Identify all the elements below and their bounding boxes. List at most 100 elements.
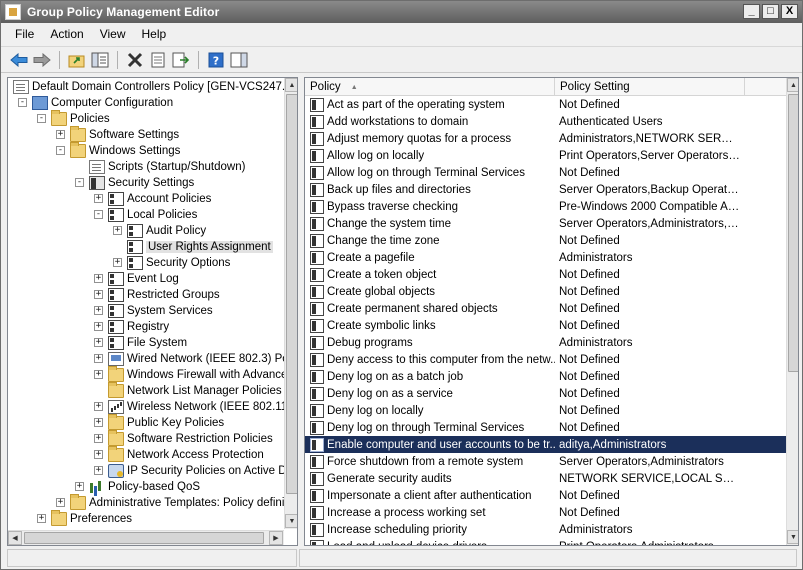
expand-icon[interactable]: + [94, 290, 103, 299]
expand-icon[interactable]: + [94, 450, 103, 459]
policy-row[interactable]: Deny log on through Terminal Services Not… [305, 419, 786, 436]
menu-view[interactable]: View [92, 27, 134, 41]
scroll-left-arrow[interactable]: ◀ [8, 531, 22, 545]
tree-node[interactable]: Audit Policy [127, 223, 206, 239]
tree-node[interactable]: Network Access Protection [108, 446, 264, 463]
expand-icon[interactable]: + [113, 226, 122, 235]
collapse-icon[interactable]: - [94, 210, 103, 219]
policy-row[interactable]: Increase scheduling priority Administrato… [305, 521, 786, 538]
tree-node[interactable]: Event Log [108, 271, 179, 287]
tree-node[interactable]: IP Security Policies on Active Dir [108, 463, 293, 479]
scroll-thumb[interactable] [286, 94, 297, 494]
tree-vertical-scrollbar[interactable]: ▲ ▼ [284, 78, 297, 529]
policy-row[interactable]: Create a token object Not Defined [305, 266, 786, 283]
maximize-button[interactable]: □ [762, 4, 779, 19]
column-header-policy[interactable]: Policy ▲ [305, 78, 555, 96]
tree-node[interactable]: Wired Network (IEEE 802.3) Poli [108, 351, 294, 367]
tree-node[interactable]: Wireless Network (IEEE 802.11) [108, 399, 291, 415]
policy-row[interactable]: Force shutdown from a remote system Serve… [305, 453, 786, 470]
policy-row[interactable]: Enable computer and user accounts to be … [305, 436, 786, 453]
details-pane[interactable]: Policy ▲ Policy Setting Act as part of t… [304, 77, 799, 546]
scroll-up-arrow[interactable]: ▲ [285, 78, 297, 92]
scroll-down-arrow[interactable]: ▼ [787, 530, 798, 544]
menu-help[interactable]: Help [134, 27, 175, 41]
tree-node[interactable]: Registry [108, 319, 169, 335]
policy-row[interactable]: Create symbolic links Not Defined [305, 317, 786, 334]
back-arrow-icon[interactable] [9, 50, 29, 70]
scroll-right-arrow[interactable]: ▶ [269, 531, 283, 545]
tree-node[interactable]: Local Policies [108, 207, 197, 223]
forward-arrow-icon[interactable] [32, 50, 52, 70]
help-icon[interactable]: ? [206, 50, 226, 70]
tree-node[interactable]: Preferences [51, 510, 132, 527]
tree-node[interactable]: Software Restriction Policies [108, 430, 273, 447]
policy-row[interactable]: Create a pagefile Administrators [305, 249, 786, 266]
scroll-thumb[interactable] [24, 532, 264, 544]
collapse-icon[interactable]: - [75, 178, 84, 187]
policy-row[interactable]: Impersonate a client after authenticatio… [305, 487, 786, 504]
export-list-icon[interactable] [171, 50, 191, 70]
policy-row[interactable]: Load and unload device drivers Print Oper… [305, 538, 786, 545]
expand-icon[interactable]: + [94, 338, 103, 347]
expand-icon[interactable]: + [56, 130, 65, 139]
expand-icon[interactable]: + [94, 370, 103, 379]
show-hide-action-pane-icon[interactable] [229, 50, 249, 70]
policy-row[interactable]: Back up files and directories Server Oper… [305, 181, 786, 198]
policy-row[interactable]: Act as part of the operating system Not D… [305, 96, 786, 113]
tree-node[interactable]: Policies [51, 110, 110, 127]
policy-row[interactable]: Allow log on locally Print Operators,Serv… [305, 147, 786, 164]
policy-row[interactable]: Change the system time Server Operators,A… [305, 215, 786, 232]
tree-node[interactable]: System Services [108, 303, 213, 319]
expand-icon[interactable]: + [94, 354, 103, 363]
expand-icon[interactable]: + [94, 402, 103, 411]
tree-node[interactable]: Account Policies [108, 191, 211, 207]
tree-node[interactable]: File System [108, 335, 187, 351]
policy-row[interactable]: Create global objects Not Defined [305, 283, 786, 300]
policy-row[interactable]: Adjust memory quotas for a process Admini… [305, 130, 786, 147]
tree-node[interactable]: Network List Manager Policies [108, 382, 282, 399]
tree-horizontal-scrollbar[interactable]: ◀ ▶ [8, 530, 284, 545]
list-vertical-scrollbar[interactable]: ▲ ▼ [786, 78, 798, 545]
expand-icon[interactable]: + [94, 434, 103, 443]
policy-row[interactable]: Change the time zone Not Defined [305, 232, 786, 249]
scroll-thumb[interactable] [788, 94, 798, 372]
up-folder-icon[interactable] [67, 50, 87, 70]
show-hide-tree-icon[interactable] [90, 50, 110, 70]
tree-node[interactable]: Public Key Policies [108, 414, 224, 431]
collapse-icon[interactable]: - [56, 146, 65, 155]
policy-row[interactable]: Deny log on as a service Not Defined [305, 385, 786, 402]
policy-row[interactable]: Allow log on through Terminal Services No… [305, 164, 786, 181]
collapse-icon[interactable]: - [18, 98, 27, 107]
expand-icon[interactable]: + [94, 306, 103, 315]
collapse-icon[interactable]: - [37, 114, 46, 123]
scroll-down-arrow[interactable]: ▼ [285, 514, 297, 528]
tree-node[interactable]: Administrative Templates: Policy definit… [70, 494, 296, 511]
tree-root-node[interactable]: Default Domain Controllers Policy [GEN-V… [13, 79, 297, 95]
expand-icon[interactable]: + [94, 274, 103, 283]
expand-icon[interactable]: + [94, 194, 103, 203]
tree-node[interactable]: Computer Configuration [32, 95, 173, 111]
policy-row[interactable]: Bypass traverse checking Pre-Windows 2000… [305, 198, 786, 215]
expand-icon[interactable]: + [94, 418, 103, 427]
console-tree[interactable]: Default Domain Controllers Policy [GEN-V… [7, 77, 298, 546]
menu-file[interactable]: File [7, 27, 42, 41]
tree-node[interactable]: Windows Settings [70, 142, 180, 159]
expand-icon[interactable]: + [56, 498, 65, 507]
policy-row[interactable]: Deny log on locally Not Defined [305, 402, 786, 419]
policy-row[interactable]: Create permanent shared objects Not Defin… [305, 300, 786, 317]
close-button[interactable]: X [781, 4, 798, 19]
tree-node[interactable]: User Rights Assignment [127, 239, 273, 255]
expand-icon[interactable]: + [37, 514, 46, 523]
scroll-up-arrow[interactable]: ▲ [787, 78, 798, 92]
tree-node[interactable]: Software Settings [70, 126, 179, 143]
expand-icon[interactable]: + [94, 322, 103, 331]
menu-action[interactable]: Action [42, 27, 91, 41]
policy-row[interactable]: Increase a process working set Not Define… [305, 504, 786, 521]
column-header-policy-setting[interactable]: Policy Setting [555, 78, 745, 96]
tree-node[interactable]: Restricted Groups [108, 287, 220, 303]
tree-node[interactable]: Windows Firewall with Advanced [108, 366, 294, 383]
tree-node[interactable]: Security Options [127, 255, 230, 271]
minimize-button[interactable]: _ [743, 4, 760, 19]
tree-node[interactable]: Scripts (Startup/Shutdown) [89, 159, 245, 175]
policy-row[interactable]: Deny log on as a batch job Not Defined [305, 368, 786, 385]
